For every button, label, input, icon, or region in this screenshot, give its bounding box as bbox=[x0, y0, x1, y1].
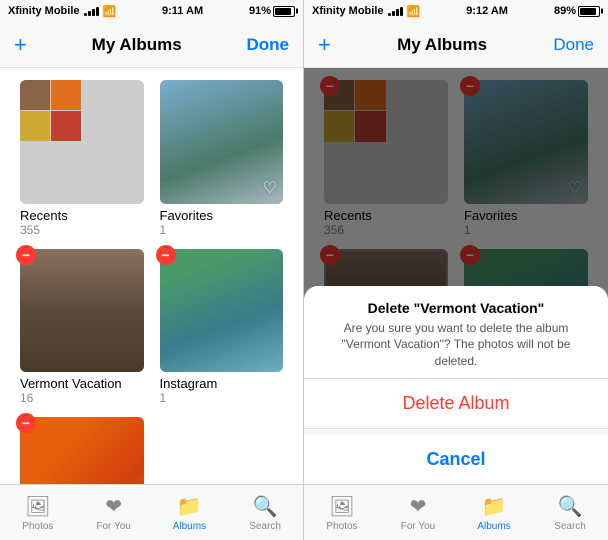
left-time: 9:11 AM bbox=[162, 5, 203, 17]
right-signal-icon bbox=[388, 6, 403, 16]
album-favorites-thumb-left: ♡ bbox=[160, 80, 284, 204]
album-vermont-label-left: Vermont Vacation bbox=[20, 376, 144, 391]
right-albums-label: Albums bbox=[477, 521, 510, 532]
left-albums-icon: 📁 bbox=[177, 494, 202, 519]
left-search-label: Search bbox=[249, 521, 281, 532]
left-battery-pct: 91% bbox=[249, 5, 271, 17]
album-vermont-thumb-left bbox=[20, 249, 144, 373]
right-battery-icon: 89% bbox=[554, 5, 600, 17]
right-wifi-icon: 📶 bbox=[407, 5, 421, 18]
right-panel: Xfinity Mobile 📶 9:12 AM 89% + My Albums… bbox=[304, 0, 608, 540]
album-favorites-left[interactable]: ♡ Favorites 1 bbox=[152, 76, 292, 245]
left-albums-label: Albums bbox=[173, 521, 206, 532]
right-done-button[interactable]: Done bbox=[553, 35, 594, 55]
album-instagram-count-left: 1 bbox=[160, 391, 284, 405]
right-status-left: Xfinity Mobile 📶 bbox=[312, 5, 420, 18]
album-instagram-minus-left[interactable]: − bbox=[156, 245, 176, 265]
left-status-right: 91% bbox=[249, 5, 295, 17]
modal-overlay: Delete "Vermont Vacation" Are you sure y… bbox=[304, 68, 608, 484]
right-tab-albums[interactable]: 📁 Albums bbox=[456, 494, 532, 532]
album-vermont-minus-left[interactable]: − bbox=[16, 245, 36, 265]
album-vermont-left[interactable]: − Vermont Vacation 16 bbox=[12, 245, 152, 414]
left-tab-albums[interactable]: 📁 Albums bbox=[152, 494, 228, 532]
left-album-grid: Recents 355 ♡ Favorites 1 − Vermont Vaca… bbox=[0, 68, 303, 484]
album-flower-left[interactable]: − bbox=[12, 413, 152, 484]
right-add-button[interactable]: + bbox=[318, 32, 331, 58]
left-status-bar: Xfinity Mobile 📶 9:11 AM 91% bbox=[0, 0, 303, 22]
right-photos-label: Photos bbox=[326, 521, 357, 532]
left-tab-bar: 🖼 Photos ❤ For You 📁 Albums 🔍 Search bbox=[0, 484, 303, 540]
left-tab-foryou[interactable]: ❤ For You bbox=[76, 494, 152, 532]
right-nav-bar: + My Albums Done bbox=[304, 22, 608, 68]
right-panel-content: − Recents 356 − ♡ bbox=[304, 68, 608, 484]
right-foryou-icon: ❤ bbox=[410, 494, 427, 519]
favorites-heart-icon: ♡ bbox=[263, 178, 277, 198]
left-foryou-label: For You bbox=[96, 521, 130, 532]
cancel-button[interactable]: Cancel bbox=[304, 435, 608, 484]
right-tab-foryou[interactable]: ❤ For You bbox=[380, 494, 456, 532]
right-status-right: 89% bbox=[554, 5, 600, 17]
left-panel: Xfinity Mobile 📶 9:11 AM 91% + My Albums… bbox=[0, 0, 304, 540]
right-tab-photos[interactable]: 🖼 Photos bbox=[304, 494, 380, 532]
album-instagram-thumb-left bbox=[160, 249, 284, 373]
action-sheet-message: Are you sure you want to delete the albu… bbox=[320, 320, 592, 370]
left-foryou-icon: ❤ bbox=[105, 494, 122, 519]
left-carrier: Xfinity Mobile bbox=[8, 5, 80, 17]
album-recents-left[interactable]: Recents 355 bbox=[12, 76, 152, 245]
left-search-icon: 🔍 bbox=[253, 494, 278, 519]
left-nav-title: My Albums bbox=[92, 35, 182, 55]
album-flower-minus-left[interactable]: − bbox=[16, 413, 36, 433]
right-foryou-label: For You bbox=[401, 521, 435, 532]
right-status-bar: Xfinity Mobile 📶 9:12 AM 89% bbox=[304, 0, 608, 22]
right-tab-bar: 🖼 Photos ❤ For You 📁 Albums 🔍 Search bbox=[304, 484, 608, 540]
left-done-button[interactable]: Done bbox=[247, 35, 290, 55]
album-instagram-label-left: Instagram bbox=[160, 376, 284, 391]
right-tab-search[interactable]: 🔍 Search bbox=[532, 494, 608, 532]
action-sheet-title: Delete "Vermont Vacation" bbox=[320, 300, 592, 316]
right-time: 9:12 AM bbox=[466, 5, 508, 17]
right-nav-title: My Albums bbox=[397, 35, 487, 55]
album-favorites-label-left: Favorites bbox=[160, 208, 284, 223]
album-recents-label-left: Recents bbox=[20, 208, 144, 223]
album-recents-count-left: 355 bbox=[20, 223, 144, 237]
right-search-label: Search bbox=[554, 521, 586, 532]
album-flower-thumb-left bbox=[20, 417, 144, 484]
album-instagram-left[interactable]: − Instagram 1 bbox=[152, 245, 292, 414]
left-signal-icon bbox=[84, 6, 99, 16]
left-battery-icon: 91% bbox=[249, 5, 295, 17]
left-wifi-icon: 📶 bbox=[103, 5, 117, 18]
right-search-icon: 🔍 bbox=[558, 494, 583, 519]
action-sheet: Delete "Vermont Vacation" Are you sure y… bbox=[304, 286, 608, 484]
right-battery-pct: 89% bbox=[554, 5, 576, 17]
left-photos-label: Photos bbox=[22, 521, 53, 532]
action-sheet-title-block: Delete "Vermont Vacation" Are you sure y… bbox=[304, 286, 608, 379]
right-photos-icon: 🖼 bbox=[329, 494, 354, 519]
left-nav-bar: + My Albums Done bbox=[0, 22, 303, 68]
right-carrier: Xfinity Mobile bbox=[312, 5, 384, 17]
left-tab-photos[interactable]: 🖼 Photos bbox=[0, 494, 76, 532]
left-photos-icon: 🖼 bbox=[25, 494, 50, 519]
left-tab-search[interactable]: 🔍 Search bbox=[227, 494, 303, 532]
left-add-button[interactable]: + bbox=[14, 32, 27, 58]
album-favorites-count-left: 1 bbox=[160, 223, 284, 237]
delete-album-button[interactable]: Delete Album bbox=[304, 379, 608, 429]
right-albums-icon: 📁 bbox=[482, 494, 507, 519]
album-vermont-count-left: 16 bbox=[20, 391, 144, 405]
album-recents-thumb-left bbox=[20, 80, 144, 204]
left-status-left: Xfinity Mobile 📶 bbox=[8, 5, 116, 18]
